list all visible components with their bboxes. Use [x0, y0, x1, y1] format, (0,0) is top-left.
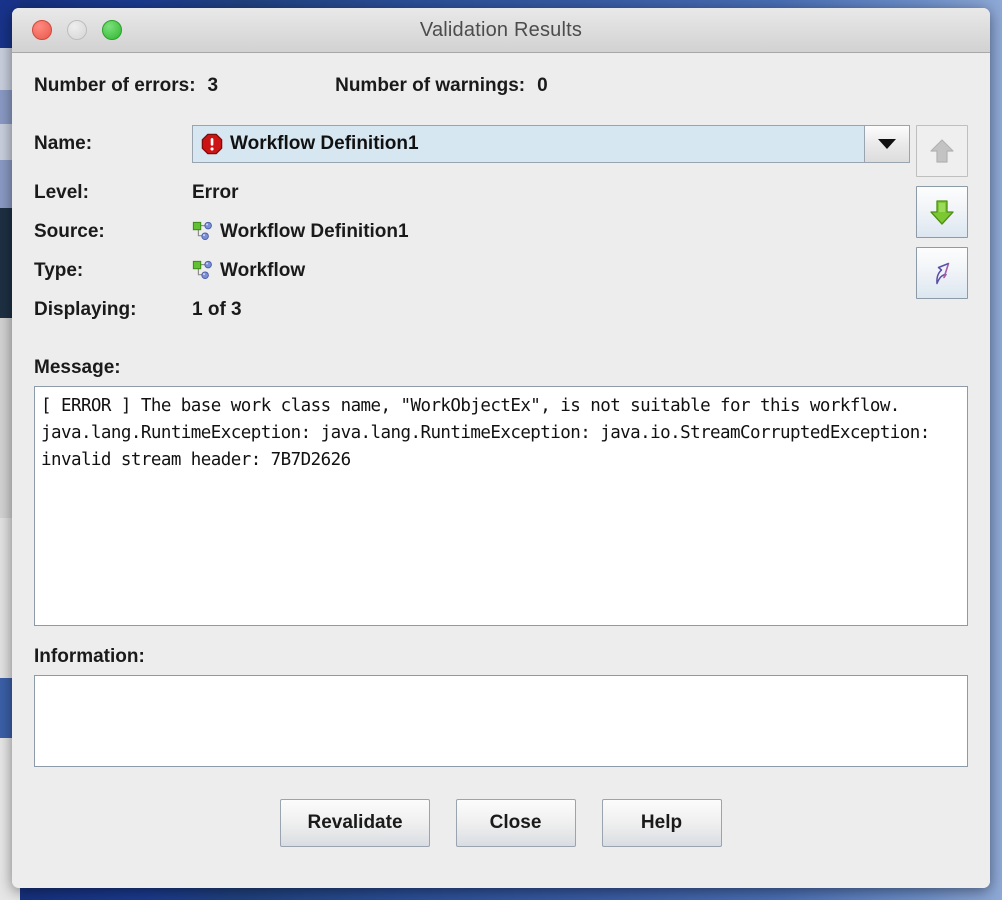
- error-count-block: Number of errors: 3: [34, 75, 218, 97]
- window-title: Validation Results: [419, 18, 583, 41]
- message-label: Message:: [34, 357, 121, 378]
- dialog-footer: Revalidate Close Help: [34, 767, 968, 888]
- detail-fields: Name: Workflow Definition1 Level: Error …: [34, 125, 968, 335]
- chevron-down-icon[interactable]: [864, 126, 909, 162]
- caret-down-glyph: [878, 139, 896, 149]
- previous-error-button[interactable]: [916, 125, 968, 177]
- source-label: Source:: [34, 220, 105, 242]
- type-value-wrap: Workflow: [192, 260, 305, 282]
- source-value: Workflow Definition1: [220, 220, 409, 242]
- source-field-row: Source: Workflow Definition1: [34, 218, 968, 245]
- displaying-label: Displaying:: [34, 298, 137, 320]
- arrow-up-icon: [930, 139, 954, 163]
- arrow-down-icon: [930, 200, 954, 225]
- level-label: Level:: [34, 181, 89, 203]
- help-button[interactable]: Help: [601, 798, 722, 847]
- name-combo-box[interactable]: Workflow Definition1: [192, 125, 910, 163]
- name-combo-text: Workflow Definition1: [230, 133, 419, 154]
- navigation-buttons: [916, 125, 968, 299]
- level-field-row: Level: Error: [34, 179, 968, 206]
- validation-results-dialog: Validation Results Number of errors: 3 N…: [12, 8, 990, 888]
- type-field-row: Type: Workflow: [34, 257, 968, 284]
- warning-count-value: 0: [537, 75, 548, 96]
- go-to-source-button[interactable]: [916, 247, 968, 299]
- information-label: Information:: [34, 646, 145, 667]
- workflow-icon: [192, 260, 214, 282]
- message-textarea[interactable]: [ ERROR ] The base work class name, "Wor…: [34, 386, 968, 626]
- close-window-button[interactable]: [32, 20, 52, 40]
- source-value-wrap: Workflow Definition1: [192, 221, 409, 243]
- level-value: Error: [192, 181, 239, 203]
- information-textarea[interactable]: [34, 675, 968, 767]
- warning-count-label: Number of warnings:: [335, 75, 526, 96]
- warning-count-block: Number of warnings: 0: [335, 75, 548, 97]
- dialog-content: Number of errors: 3 Number of warnings: …: [12, 53, 990, 888]
- message-text: [ ERROR ] The base work class name, "Wor…: [41, 396, 940, 470]
- error-icon: [201, 133, 223, 155]
- displaying-value: 1 of 3: [192, 298, 242, 320]
- summary-counts-row: Number of errors: 3 Number of warnings: …: [34, 71, 968, 101]
- name-label: Name:: [34, 133, 93, 154]
- goto-arrow-icon: [936, 262, 950, 285]
- error-count-label: Number of errors:: [34, 75, 196, 96]
- workflow-icon: [192, 221, 214, 243]
- displaying-field-row: Displaying: 1 of 3: [34, 296, 968, 323]
- information-text: [35, 676, 967, 688]
- title-bar: Validation Results: [12, 8, 990, 53]
- close-button[interactable]: Close: [455, 798, 576, 847]
- error-count-value: 3: [207, 75, 219, 96]
- maximize-window-button[interactable]: [102, 20, 122, 40]
- minimize-window-button[interactable]: [67, 20, 87, 40]
- revalidate-button[interactable]: Revalidate: [280, 798, 430, 847]
- type-label: Type:: [34, 259, 84, 281]
- next-error-button[interactable]: [916, 186, 968, 238]
- window-controls: [32, 20, 122, 40]
- name-combo-value[interactable]: Workflow Definition1: [193, 126, 864, 162]
- type-value: Workflow: [220, 259, 306, 281]
- name-field-row: Name: Workflow Definition1: [34, 125, 968, 163]
